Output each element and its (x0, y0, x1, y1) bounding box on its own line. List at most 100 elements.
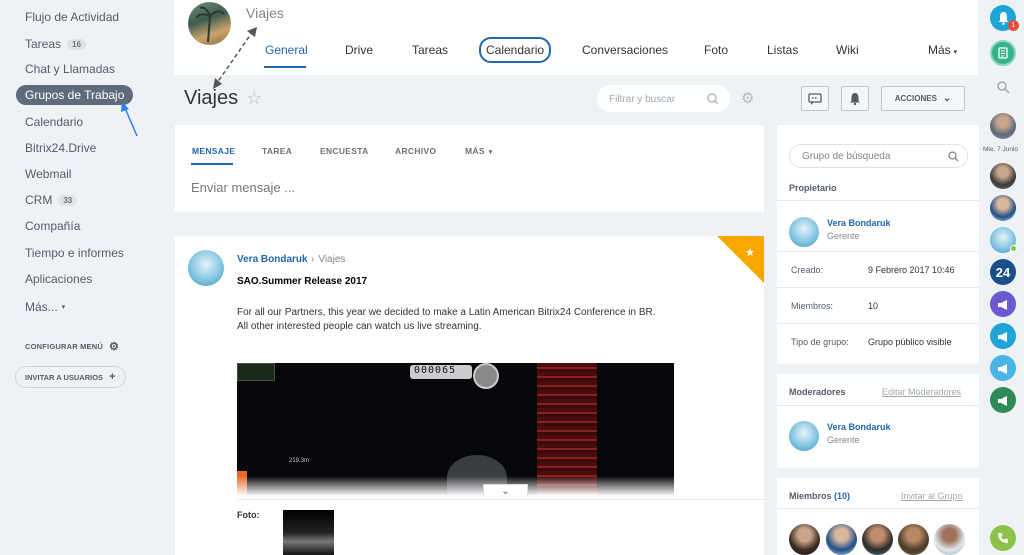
group-search-placeholder: Grupo de búsqueda (802, 151, 891, 162)
filter-search-input[interactable]: Filtrar y buscar (597, 85, 730, 112)
tab-photo[interactable]: Foto (704, 43, 728, 57)
tab-message[interactable]: MENSAJE (192, 146, 235, 156)
tab-general[interactable]: General (265, 43, 308, 57)
live-feed-button[interactable] (990, 40, 1016, 66)
moderator-avatar[interactable] (789, 421, 819, 451)
member-avatar[interactable] (934, 524, 965, 555)
menu-item-webmail[interactable]: Webmail (25, 164, 71, 184)
bell-icon (850, 93, 860, 105)
actions-button[interactable]: ACCIONES ⌄ (881, 86, 965, 111)
group-chat-button[interactable] (990, 387, 1016, 413)
menu-item-chat[interactable]: Chat y Llamadas (25, 59, 115, 79)
video-counter: 000065 (410, 365, 472, 379)
moderator-role: Gerente (827, 435, 860, 445)
invite-users-button[interactable]: INVITAR A USUARIOS + (15, 366, 126, 388)
group-chat-button[interactable] (990, 355, 1016, 381)
owner-avatar[interactable] (789, 217, 819, 247)
member-avatar[interactable] (862, 524, 893, 555)
recent-chat-avatar[interactable] (990, 163, 1016, 189)
created-label: Creado: (791, 265, 824, 275)
menu-item-more[interactable]: Más... ▾ (25, 297, 65, 317)
caret-down-icon: ▾ (953, 49, 958, 56)
active-post-tab-indicator (191, 163, 233, 165)
photo-thumbnail[interactable] (283, 510, 334, 555)
menu-item-drive[interactable]: Bitrix24.Drive (25, 138, 96, 158)
tab-poll[interactable]: ENCUESTA (320, 146, 369, 156)
post-title: SAO.Summer Release 2017 (237, 276, 368, 287)
menu-label: Chat y Llamadas (25, 62, 116, 76)
menu-item-tasks[interactable]: Tareas 16 (25, 34, 86, 54)
tab-more[interactable]: Más ▾ (928, 43, 957, 57)
tab-wiki[interactable]: Wiki (836, 43, 859, 57)
tab-task[interactable]: TAREA (262, 146, 292, 156)
video-fade (237, 476, 674, 496)
page-title: Viajes ☆ (184, 87, 262, 110)
owner-name[interactable]: Vera Bondaruk (827, 218, 891, 228)
tab-more-post[interactable]: MÁS ▾ (465, 146, 493, 156)
menu-item-time-reports[interactable]: Tiempo e informes (25, 243, 124, 263)
author-avatar[interactable] (188, 250, 224, 286)
caret-down-icon: ▾ (488, 149, 493, 156)
tab-conversations[interactable]: Conversaciones (582, 43, 668, 57)
chat-button[interactable] (801, 86, 829, 111)
video-player[interactable]: 000065 219.3m ⌄ (237, 363, 674, 496)
filter-search-placeholder: Filtrar y buscar (609, 94, 676, 105)
megaphone-icon (997, 299, 1007, 310)
post-destination-label[interactable]: Viajes (318, 254, 345, 265)
menu-item-company[interactable]: Compañía (25, 216, 80, 236)
bitrix24-chat-button[interactable]: 24 (990, 259, 1016, 285)
moderator-name[interactable]: Vera Bondaruk (827, 422, 891, 432)
search-icon[interactable] (997, 81, 1010, 94)
divider (777, 287, 979, 288)
plus-icon: + (109, 371, 116, 383)
divider (777, 508, 979, 509)
menu-item-applications[interactable]: Aplicaciones (25, 269, 92, 289)
member-avatar[interactable] (898, 524, 929, 555)
moderators-heading: Moderadores (789, 387, 846, 397)
group-search-input[interactable]: Grupo de búsqueda (789, 144, 968, 168)
menu-label: Calendario (25, 115, 84, 129)
menu-label: Aplicaciones (25, 272, 93, 286)
tab-more-post-label: MÁS (465, 146, 485, 156)
configure-menu-button[interactable]: CONFIGURAR MENÚ ⚙ (25, 340, 119, 353)
video-gauge (473, 363, 499, 389)
tab-tasks[interactable]: Tareas (412, 43, 448, 57)
search-icon (707, 93, 719, 105)
tab-lists[interactable]: Listas (767, 43, 798, 57)
tab-file[interactable]: ARCHIVO (395, 146, 436, 156)
edit-moderators-link[interactable]: Editar Moderadores (882, 387, 961, 397)
group-chat-button[interactable] (990, 291, 1016, 317)
recent-chat-avatar[interactable] (990, 113, 1016, 139)
owner-role: Gerente (827, 231, 860, 241)
post-author[interactable]: Vera Bondaruk (237, 254, 308, 265)
menu-item-activity-stream[interactable]: Flujo de Actividad (25, 7, 119, 27)
menu-label: CRM (25, 193, 53, 207)
tab-calendar[interactable]: Calendario (486, 43, 544, 57)
member-avatar[interactable] (826, 524, 857, 555)
recent-chat-avatar[interactable] (990, 195, 1016, 221)
divider (237, 499, 764, 500)
menu-label: Más... (25, 300, 58, 314)
divider (777, 200, 979, 201)
expand-chevron-icon[interactable]: ⌄ (483, 484, 528, 496)
tutorial-arrow (121, 102, 138, 137)
post-form (175, 125, 764, 212)
search-icon (948, 151, 959, 162)
tab-drive[interactable]: Drive (345, 43, 373, 57)
member-avatar[interactable] (789, 524, 820, 555)
star-icon[interactable]: ☆ (246, 88, 262, 108)
notifications-button[interactable] (841, 86, 869, 111)
call-button[interactable] (990, 525, 1016, 551)
group-chat-button[interactable] (990, 323, 1016, 349)
invite-group-link[interactable]: Invitar al Grupo (901, 491, 963, 501)
left-menu: Flujo de Actividad Tareas 16 Chat y Llama… (0, 0, 160, 555)
message-input[interactable]: Enviar mensaje ... (191, 180, 295, 195)
menu-item-crm[interactable]: CRM 33 (25, 190, 78, 210)
members-count[interactable]: (10) (834, 491, 850, 501)
actions-label: ACCIONES (894, 94, 937, 103)
members-value: 10 (868, 301, 879, 311)
gear-icon[interactable]: ⚙ (741, 89, 754, 107)
menu-label: Tiempo e informes (25, 246, 124, 260)
menu-item-calendar[interactable]: Calendario (25, 112, 83, 132)
members-heading: Miembros (10) (789, 491, 850, 501)
